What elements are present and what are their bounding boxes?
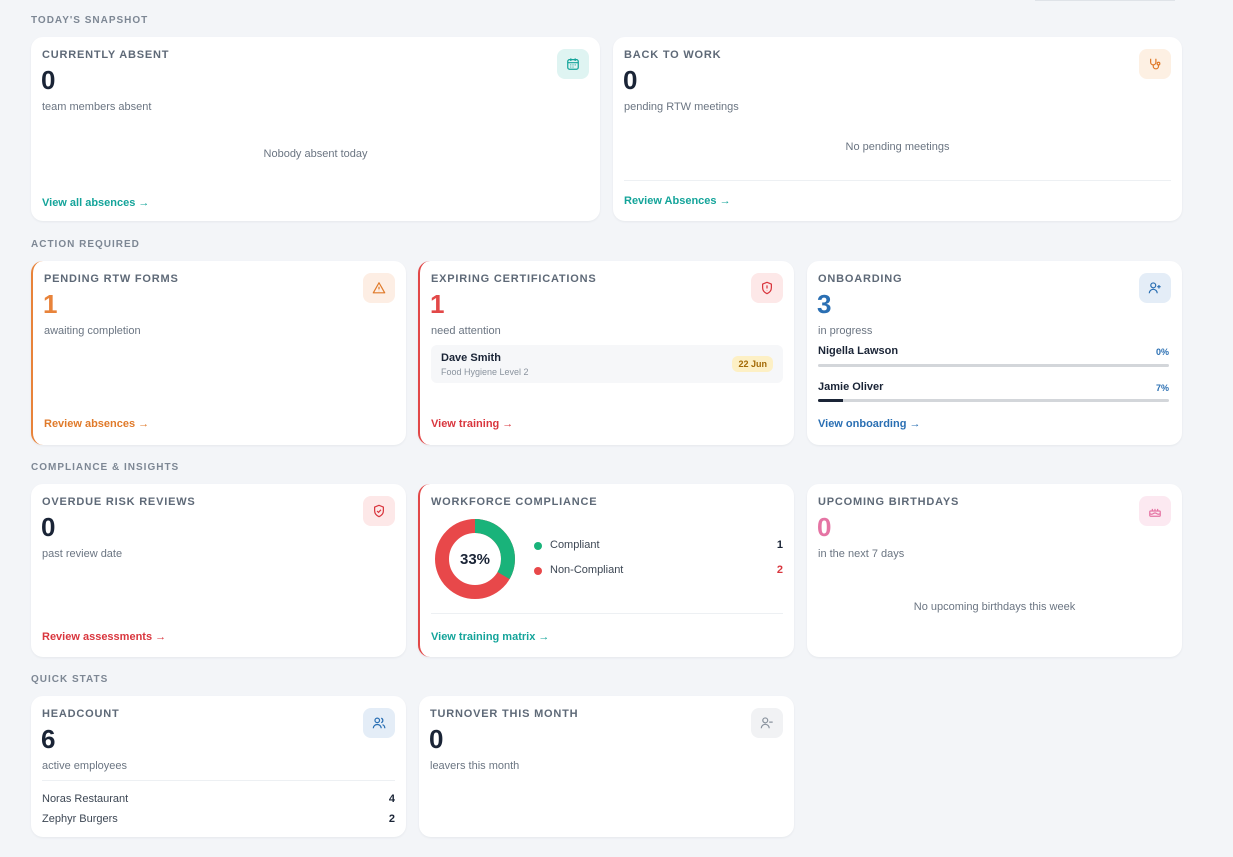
section-title-snapshot: TODAY'S SNAPSHOT (31, 15, 149, 26)
absent-count: 0 (41, 65, 56, 95)
user-minus-icon (751, 708, 783, 738)
certs-subtitle: need attention (431, 325, 501, 337)
card-title: HEADCOUNT (42, 708, 120, 720)
shield-alert-icon (751, 273, 783, 303)
absent-subtitle: team members absent (42, 101, 152, 113)
section-title-compliance: COMPLIANCE & INSIGHTS (31, 462, 180, 473)
location-row: Noras Restaurant 4 (42, 793, 395, 807)
rtw-subtitle: pending RTW meetings (624, 101, 739, 113)
review-absences-link[interactable]: Review absences → (44, 418, 149, 430)
birthdays-subtitle: in the next 7 days (818, 548, 905, 560)
card-divider (42, 780, 395, 781)
turnover-subtitle: leavers this month (430, 760, 520, 772)
turnover-count: 0 (429, 724, 444, 754)
birthdays-empty-message: No upcoming birthdays this week (913, 601, 1076, 613)
certs-count: 1 (430, 289, 445, 319)
rtw-forms-subtitle: awaiting completion (44, 325, 141, 337)
card-title: TURNOVER THIS MONTH (430, 708, 579, 720)
section-title-quick-stats: QUICK STATS (31, 674, 109, 685)
onboarding-progress-bar (818, 364, 1169, 367)
shield-check-icon (363, 496, 395, 526)
onboarding-progress-fill (818, 399, 843, 402)
legend-value: 2 (776, 564, 783, 576)
location-row: Zephyr Burgers 2 (42, 813, 395, 827)
card-divider (624, 180, 1171, 181)
cake-icon (1139, 496, 1171, 526)
review-absences-link[interactable]: Review Absences → (624, 195, 731, 207)
location-count: 4 (388, 793, 395, 805)
location-name: Noras Restaurant (42, 793, 129, 805)
currently-absent-card: CURRENTLY ABSENT 0 team members absent N… (31, 37, 600, 221)
card-title: UPCOMING BIRTHDAYS (818, 496, 960, 508)
view-onboarding-link[interactable]: View onboarding → (818, 418, 920, 430)
rtw-empty-message: No pending meetings (845, 141, 950, 153)
headcount-subtitle: active employees (42, 760, 127, 772)
section-title-action: ACTION REQUIRED (31, 239, 140, 250)
onboarding-person-name: Jamie Oliver (818, 381, 884, 393)
warning-icon (363, 273, 395, 303)
card-divider (431, 613, 783, 614)
pending-rtw-forms-card: PENDING RTW FORMS 1 awaiting completion … (31, 261, 406, 445)
card-title: PENDING RTW FORMS (44, 273, 179, 285)
stethoscope-icon (1139, 49, 1171, 79)
headcount-count: 6 (41, 724, 56, 754)
top-divider (1035, 0, 1175, 1)
card-title: OVERDUE RISK REVIEWS (42, 496, 196, 508)
card-title: EXPIRING CERTIFICATIONS (431, 273, 597, 285)
absent-empty-message: Nobody absent today (263, 148, 368, 160)
rtw-forms-count: 1 (43, 289, 58, 319)
turnover-card: TURNOVER THIS MONTH 0 leavers this month (419, 696, 794, 837)
onboarding-progress-bar (818, 399, 1169, 402)
legend-value: 1 (776, 539, 783, 551)
legend-dot-noncompliant (534, 567, 542, 575)
onboarding-subtitle: in progress (818, 325, 873, 337)
card-title: WORKFORCE COMPLIANCE (431, 496, 598, 508)
view-all-absences-link[interactable]: View all absences → (42, 197, 149, 209)
upcoming-birthdays-card: UPCOMING BIRTHDAYS 0 in the next 7 days … (807, 484, 1182, 657)
card-title: CURRENTLY ABSENT (42, 49, 170, 61)
view-training-link[interactable]: View training → (431, 418, 513, 430)
onboarding-percent: 7% (1155, 383, 1169, 393)
cert-expiry-badge: 22 Jun (732, 356, 773, 372)
view-training-matrix-link[interactable]: View training matrix → (431, 631, 549, 643)
rtw-count: 0 (623, 65, 638, 95)
risk-count: 0 (41, 512, 56, 542)
location-name: Zephyr Burgers (42, 813, 118, 825)
back-to-work-card: BACK TO WORK 0 pending RTW meetings No p… (613, 37, 1182, 221)
compliance-donut-chart: 33% (435, 519, 515, 599)
donut-percent-label: 33% (460, 551, 490, 568)
users-icon (363, 708, 395, 738)
onboarding-percent: 0% (1155, 347, 1169, 357)
cert-employee-name: Dave Smith (441, 352, 501, 364)
legend-compliant: Compliant 1 (534, 539, 783, 553)
risk-subtitle: past review date (42, 548, 123, 560)
card-title: ONBOARDING (818, 273, 903, 285)
onboarding-person-name: Nigella Lawson (818, 345, 899, 357)
location-count: 2 (388, 813, 395, 825)
legend-label: Compliant (550, 539, 600, 551)
headcount-card: HEADCOUNT 6 active employees Noras Resta… (31, 696, 406, 837)
review-assessments-link[interactable]: Review assessments → (42, 631, 166, 643)
user-plus-icon (1139, 273, 1171, 303)
card-title: BACK TO WORK (624, 49, 722, 61)
overdue-risk-reviews-card: OVERDUE RISK REVIEWS 0 past review date … (31, 484, 406, 657)
onboarding-card: ONBOARDING 3 in progress Nigella Lawson … (807, 261, 1182, 445)
legend-label: Non-Compliant (550, 564, 624, 576)
expiring-certifications-card: EXPIRING CERTIFICATIONS 1 need attention… (418, 261, 794, 445)
cert-course-name: Food Hygiene Level 2 (441, 367, 529, 377)
onboarding-count: 3 (817, 289, 832, 319)
legend-noncompliant: Non-Compliant 2 (534, 564, 783, 578)
legend-dot-compliant (534, 542, 542, 550)
certification-item[interactable]: Dave Smith Food Hygiene Level 2 22 Jun (431, 345, 783, 383)
workforce-compliance-card: WORKFORCE COMPLIANCE 33% Compliant 1 Non… (418, 484, 794, 657)
calendar-icon (557, 49, 589, 79)
birthdays-count: 0 (817, 512, 832, 542)
